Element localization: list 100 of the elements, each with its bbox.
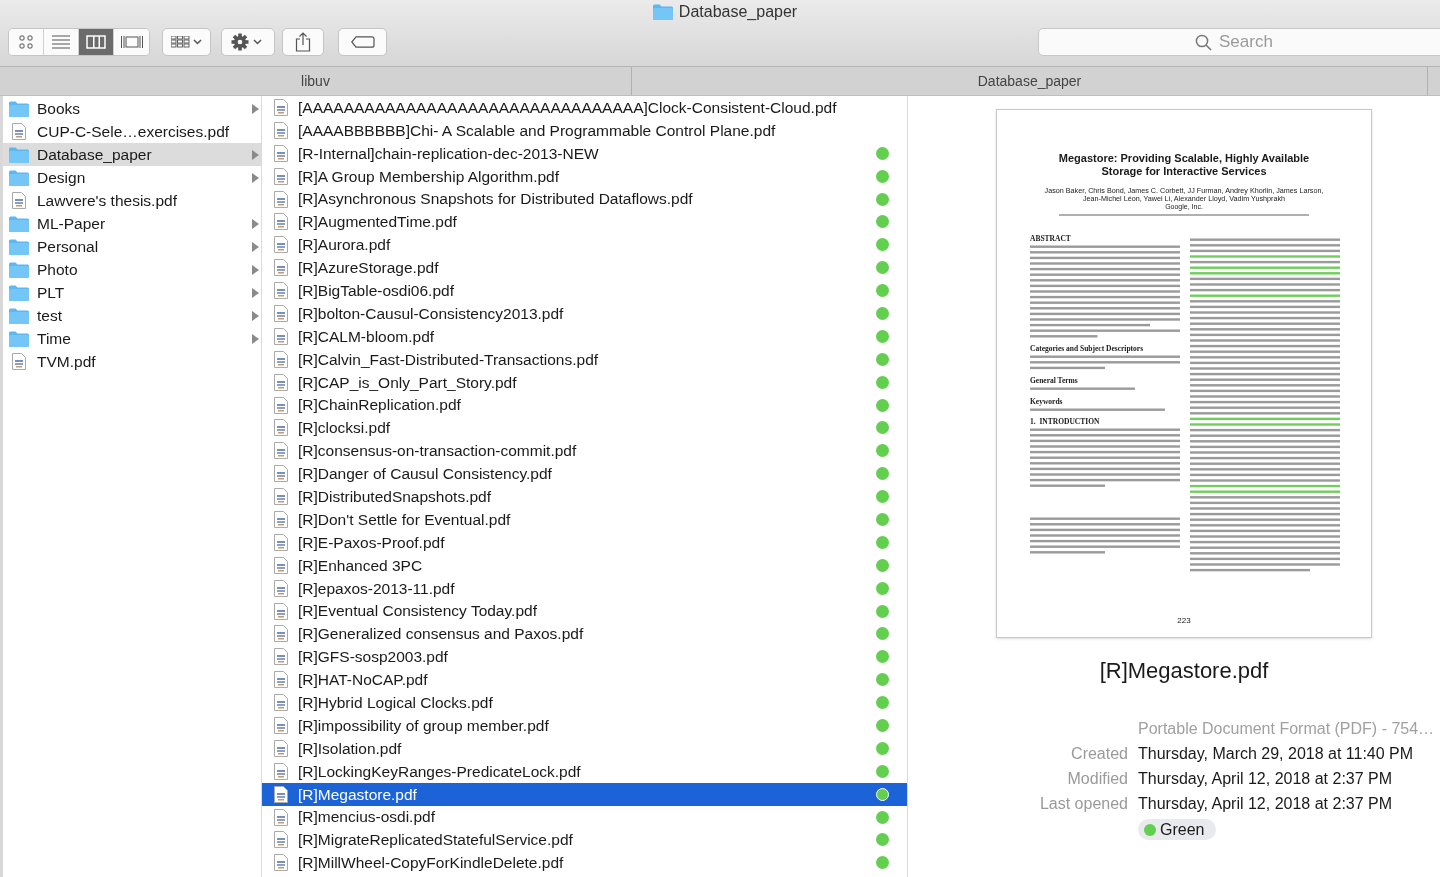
file-list-item[interactable]: [R]CAP_is_Only_Part_Story.pdf — [262, 370, 907, 394]
file-list-item[interactable]: [R]LockingKeyRanges-PredicateLock.pdf — [262, 759, 907, 783]
file-list-item[interactable]: [R]epaxos-2013-11.pdf — [262, 576, 907, 600]
file-list-item[interactable]: [R]MigrateReplicatedStatefulService.pdf — [262, 828, 907, 852]
file-list-item[interactable]: [R]GFS-sosp2003.pdf — [262, 645, 907, 669]
document-icon — [274, 579, 288, 597]
grid-with-caret-icon — [170, 36, 203, 48]
folder-list-item[interactable]: Database_paper — [3, 143, 261, 166]
document-icon — [274, 785, 288, 803]
file-list-item[interactable]: [R]ChainReplication.pdf — [262, 393, 907, 417]
file-list-item[interactable]: [R]E-Paxos-Proof.pdf — [262, 530, 907, 554]
folder-list-item[interactable]: Time — [3, 327, 261, 350]
file-list-item[interactable]: [R]AzureStorage.pdf — [262, 256, 907, 280]
folder-list-item[interactable]: Lawvere's thesis.pdf — [3, 189, 261, 212]
file-list-item[interactable]: [R]Asynchronous Snapshots for Distributed Dataflows.pdf — [262, 187, 907, 211]
file-list-item[interactable]: [R]Megastore.pdf — [262, 782, 907, 806]
file-list-item[interactable]: [AAAABBBBBB]Chi- A Scalable and Programmable Control Plane.pdf — [262, 118, 907, 142]
file-list-item[interactable]: [R]A Group Membership Algorithm.pdf — [262, 164, 907, 188]
list-icon — [52, 35, 70, 49]
document-icon — [274, 762, 288, 780]
disclosure-triangle-icon — [252, 264, 259, 275]
file-list-item[interactable]: [R]Don't Settle for Eventual.pdf — [262, 508, 907, 531]
view-mode-button[interactable] — [79, 29, 114, 55]
folder-list-item[interactable]: PLT — [3, 281, 261, 304]
info-value: Thursday, April 12, 2018 at 2:37 PM — [1138, 794, 1394, 814]
file-list-item[interactable]: [R]DistributedSnapshots.pdf — [262, 485, 907, 509]
settings-button[interactable] — [221, 28, 275, 56]
file-list-item[interactable]: [R-Internal]chain-replication-dec-2013-NEW — [262, 141, 907, 165]
columns-icon — [86, 35, 106, 49]
file-list-item[interactable]: [R]MillWheel-CopyForKindleDelete.pdf — [262, 851, 907, 875]
file-list-item[interactable]: [R]Generalized consensus and Paxos.pdf — [262, 622, 907, 646]
file-list-item[interactable]: [R]Enhanced 3PC — [262, 553, 907, 577]
file-list-item[interactable]: [R]BigTable-osdi06.pdf — [262, 279, 907, 302]
disclosure-triangle-icon — [252, 310, 259, 321]
file-list-item[interactable]: [AAAAAAAAAAAAAAAAAAAAAAAAAAAAAAAAA]Clock-Consistent-Cloud.pdf — [262, 96, 907, 119]
disclosure-triangle-icon — [252, 103, 259, 114]
file-list-item[interactable]: [R]Calvin_Fast-Distributed-Transactions.pdf — [262, 347, 907, 371]
group-by-button[interactable] — [162, 28, 211, 56]
page-number: 223 — [1177, 615, 1191, 627]
path-header[interactable]: Database_paper — [632, 67, 1428, 95]
folder-list-item[interactable]: CUP-C-Sele…exercises.pdf — [3, 120, 261, 143]
disclosure-triangle-icon — [252, 149, 259, 160]
view-mode-button[interactable] — [114, 29, 149, 55]
document-icon — [12, 192, 26, 209]
info-label: Last opened — [1038, 794, 1128, 814]
folder-list-item[interactable]: Personal — [3, 235, 261, 258]
folder-list-item[interactable]: Books — [3, 97, 261, 120]
file-name: [R]Megastore.pdf — [1099, 657, 1269, 685]
file-list-item[interactable]: [R]mencius-osdi.pdf — [262, 805, 907, 829]
folder-list-item[interactable]: ML-Paper — [3, 212, 261, 235]
document-icon — [12, 123, 26, 140]
tag-pill[interactable]: Green — [1138, 819, 1217, 840]
share-button[interactable] — [282, 28, 324, 56]
file-list-item[interactable]: [R]consensus-on-transaction-commit.pdf — [262, 439, 907, 463]
document-title: Megastore: Providing Scalable, Highly Available — [1058, 152, 1310, 165]
folder-list-item[interactable]: TVM.pdf — [3, 350, 261, 373]
document-icon — [274, 121, 288, 139]
disclosure-triangle-icon — [252, 172, 259, 183]
folder-list-item[interactable]: Photo — [3, 258, 261, 281]
document-icon — [274, 396, 288, 414]
document-icon — [274, 304, 288, 322]
document-icon — [274, 854, 288, 872]
path-header[interactable]: libuv — [0, 67, 632, 95]
folder-icon — [9, 100, 29, 117]
document-icon — [274, 488, 288, 506]
document-icon — [274, 350, 288, 368]
file-list-item[interactable]: [R]HAT-NoCAP.pdf — [262, 668, 907, 692]
file-list-item[interactable]: [R]bolton-Causul-Consistency2013.pdf — [262, 302, 907, 325]
folder-icon — [652, 4, 673, 20]
document-icon — [274, 694, 288, 712]
search-field[interactable]: Search — [1038, 28, 1440, 56]
document-icon — [274, 236, 288, 254]
share-icon — [295, 32, 311, 52]
document-icon — [12, 353, 26, 370]
disclosure-triangle-icon — [252, 333, 259, 344]
document-icon — [274, 259, 288, 277]
document-icon — [274, 327, 288, 345]
file-list-item[interactable]: [R]Hybrid Logical Clocks.pdf — [262, 691, 907, 715]
folder-icon — [9, 238, 29, 255]
document-icon — [274, 373, 288, 391]
file-list-item[interactable]: [R]impossibility of group member.pdf — [262, 714, 907, 737]
document-icon — [274, 98, 288, 116]
document-icon — [274, 465, 288, 483]
file-list-item[interactable]: [R]CALM-bloom.pdf — [262, 324, 907, 348]
info-value: Thursday, March 29, 2018 at 11:40 PM — [1138, 744, 1415, 764]
folder-icon — [9, 330, 29, 347]
document-icon — [274, 808, 288, 826]
file-list-item[interactable]: [R]Isolation.pdf — [262, 736, 907, 760]
disclosure-triangle-icon — [252, 241, 259, 252]
folder-list-item[interactable]: test — [3, 304, 261, 327]
info-value: Thursday, April 12, 2018 at 2:37 PM — [1138, 769, 1394, 789]
folder-list-item[interactable]: Design — [3, 166, 261, 189]
document-icon — [274, 190, 288, 208]
tags-button[interactable] — [338, 28, 387, 56]
file-list-item[interactable]: [R]clocksi.pdf — [262, 416, 907, 440]
document-icon — [274, 213, 288, 231]
file-list-item[interactable]: [R]Danger of Causul Consistency.pdf — [262, 462, 907, 486]
file-list-item[interactable]: [R]Aurora.pdf — [262, 233, 907, 257]
file-list-item[interactable]: [R]AugmentedTime.pdf — [262, 210, 907, 234]
file-list-item[interactable]: [R]Eventual Consistency Today.pdf — [262, 599, 907, 623]
